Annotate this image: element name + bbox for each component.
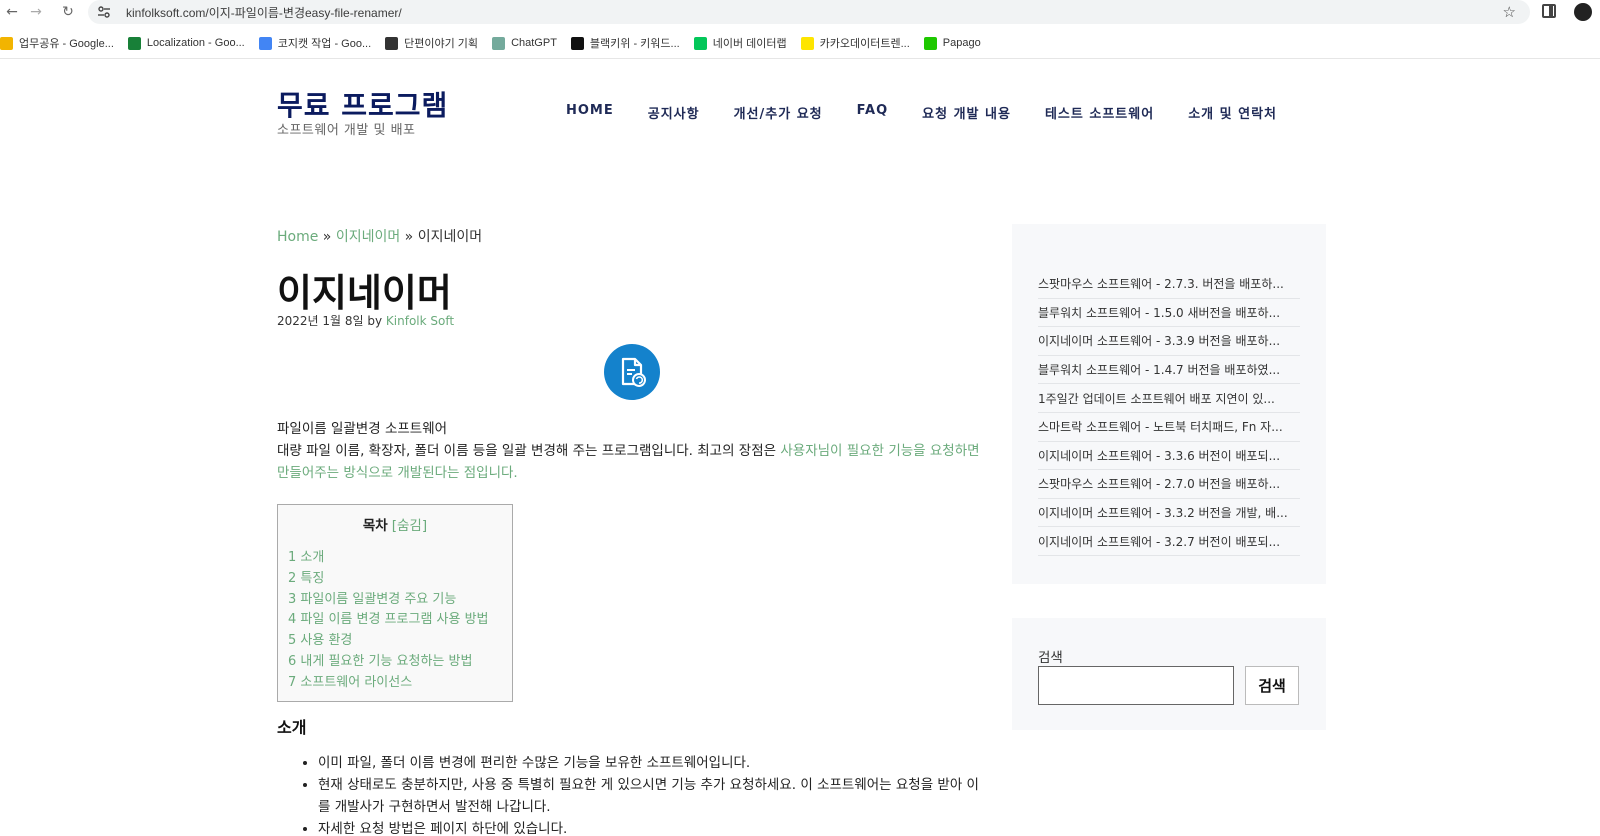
toc-item[interactable]: 1 소개 xyxy=(288,548,502,569)
site-tagline: 소프트웨어 개발 및 배포 xyxy=(277,123,416,138)
list-item: 자세한 요청 방법은 페이지 하단에 있습니다. xyxy=(318,818,988,836)
intro-bullets: 이미 파일, 폴더 이름 변경에 편리한 수많은 기능을 보유한 소프트웨어입니… xyxy=(318,752,988,836)
toc-item[interactable]: 4 파일 이름 변경 프로그램 사용 방법 xyxy=(288,610,502,631)
toc-heading: 목차 [숨김] xyxy=(288,514,502,534)
breadcrumb: Home » 이지네이머 » 이지네이머 xyxy=(277,226,482,246)
browser-toolbar: ← → ↻ kinfolksoft.com/이지-파일이름-변경easy-fil… xyxy=(0,0,1600,24)
intro-text-plain: 대량 파일 이름, 확장자, 폴더 이름 등을 일괄 변경해 주는 프로그램입니… xyxy=(277,443,781,459)
bookmark-favicon-icon xyxy=(258,36,272,50)
bookmark-favicon-icon xyxy=(693,36,707,50)
recent-posts-widget: 스팟마우스 소프트웨어 - 2.7.3. 버전을 배포하... 블루워치 소프트… xyxy=(1012,224,1326,584)
bookmark-favicon-icon xyxy=(385,36,399,50)
toc-toggle[interactable]: [숨김] xyxy=(392,518,427,534)
toc-item[interactable]: 5 사용 환경 xyxy=(288,631,502,652)
bookmark-item[interactable]: 블랙키위 - 키워드... xyxy=(570,35,680,51)
address-bar[interactable]: kinfolksoft.com/이지-파일이름-변경easy-file-rena… xyxy=(88,0,1530,24)
list-item: 현재 상태로도 충분하지만, 사용 중 특별히 필요한 게 있으시면 기능 추가… xyxy=(318,774,988,818)
bookmark-item[interactable]: ChatGPT xyxy=(492,36,557,50)
site-info-icon[interactable] xyxy=(96,4,112,20)
nav-test-software[interactable]: 테스트 소프트웨어 xyxy=(1045,103,1154,122)
bookmark-item[interactable]: 업무공유 - Google... xyxy=(0,35,114,51)
intro-paragraph: 대량 파일 이름, 확장자, 폴더 이름 등을 일괄 변경해 주는 프로그램입니… xyxy=(277,440,982,484)
bookmark-item[interactable]: 코지캣 작업 - Goo... xyxy=(258,35,372,51)
recent-post-link[interactable]: 1주일간 업데이트 소프트웨어 배포 지연이 있... xyxy=(1038,384,1300,413)
url-text: kinfolksoft.com/이지-파일이름-변경easy-file-rena… xyxy=(126,5,402,20)
breadcrumb-home[interactable]: Home xyxy=(277,229,318,245)
nav-home[interactable]: HOME xyxy=(566,103,614,122)
recent-posts-list: 스팟마우스 소프트웨어 - 2.7.3. 버전을 배포하... 블루워치 소프트… xyxy=(1038,270,1300,556)
bookmark-favicon-icon xyxy=(570,36,584,50)
bookmark-favicon-icon xyxy=(923,36,937,50)
recent-post-link[interactable]: 스마트락 소프트웨어 - 노트북 터치패드, Fn 자... xyxy=(1038,413,1300,442)
bookmark-label: 단편이야기 기획 xyxy=(404,38,479,50)
bookmarks-bar: 업무공유 - Google... Localization - Goo... 코지캣… xyxy=(0,30,1600,56)
bookmark-label: Localization - Goo... xyxy=(146,37,245,49)
recent-post-link[interactable]: 스팟마우스 소프트웨어 - 2.7.3. 버전을 배포하... xyxy=(1038,270,1300,299)
breadcrumb-separator: » xyxy=(400,229,418,245)
bookmark-label: ChatGPT xyxy=(511,37,557,49)
bookmark-label: 카카오데이터트렌... xyxy=(819,38,910,50)
bookmark-favicon-icon xyxy=(127,36,141,50)
site-title[interactable]: 무료 프로그램 xyxy=(277,84,448,124)
search-widget: 검색 검색 xyxy=(1012,618,1326,730)
search-button[interactable]: 검색 xyxy=(1245,666,1299,705)
toc-item[interactable]: 7 소프트웨어 라이선스 xyxy=(288,673,502,694)
bookmark-favicon-icon xyxy=(492,36,506,50)
bookmark-label: Papago xyxy=(942,37,981,49)
forward-icon[interactable]: → xyxy=(24,0,48,24)
page-title: 이지네이머 xyxy=(277,271,452,315)
nav-dev-requests[interactable]: 요청 개발 내용 xyxy=(922,103,1011,122)
table-of-contents: 목차 [숨김] 1 소개 2 특징 3 파일이름 일괄변경 주요 기능 4 파일 … xyxy=(277,504,513,702)
file-rename-icon xyxy=(604,344,660,400)
toc-item[interactable]: 3 파일이름 일괄변경 주요 기능 xyxy=(288,590,502,611)
bookmark-label: 네이버 데이터랩 xyxy=(712,38,787,50)
side-panel-icon[interactable] xyxy=(1542,4,1556,18)
bookmark-item[interactable]: Localization - Goo... xyxy=(127,36,245,50)
nav-about[interactable]: 소개 및 연락처 xyxy=(1188,103,1277,122)
recent-post-link[interactable]: 이지네이머 소프트웨어 - 3.2.7 버전이 배포되... xyxy=(1038,527,1300,556)
toolbar-divider xyxy=(0,58,1600,59)
bookmark-label: 블랙키위 - 키워드... xyxy=(589,38,680,50)
reload-icon[interactable]: ↻ xyxy=(56,0,80,24)
bookmark-item[interactable]: Papago xyxy=(923,36,981,50)
recent-post-link[interactable]: 이지네이머 소프트웨어 - 3.3.9 버전을 배포하... xyxy=(1038,327,1300,356)
intro-line: 파일이름 일괄변경 소프트웨어 xyxy=(277,421,448,437)
bookmark-favicon-icon xyxy=(800,36,814,50)
breadcrumb-separator: » xyxy=(318,229,336,245)
recent-post-link[interactable]: 스팟마우스 소프트웨어 - 2.7.0 버전을 배포하... xyxy=(1038,470,1300,499)
recent-post-link[interactable]: 이지네이머 소프트웨어 - 3.3.6 버전이 배포되... xyxy=(1038,442,1300,471)
breadcrumb-parent[interactable]: 이지네이머 xyxy=(336,229,400,245)
nav-request[interactable]: 개선/추가 요청 xyxy=(734,103,823,122)
recent-post-link[interactable]: 이지네이머 소프트웨어 - 3.3.2 버전을 개발, 배... xyxy=(1038,499,1300,528)
bookmark-item[interactable]: 네이버 데이터랩 xyxy=(693,35,787,51)
recent-post-link[interactable]: 블루워치 소프트웨어 - 1.5.0 새버전을 배포하... xyxy=(1038,299,1300,328)
bookmark-star-icon[interactable]: ☆ xyxy=(1503,3,1516,21)
profile-avatar[interactable] xyxy=(1574,3,1592,21)
toc-item[interactable]: 6 내게 필요한 기능 요청하는 방법 xyxy=(288,652,502,673)
section-heading: 소개 xyxy=(277,718,307,737)
bookmark-label: 코지캣 작업 - Goo... xyxy=(277,38,372,50)
search-input[interactable] xyxy=(1038,666,1234,705)
nav-faq[interactable]: FAQ xyxy=(857,103,889,122)
author-link[interactable]: Kinfolk Soft xyxy=(386,314,454,328)
toc-item[interactable]: 2 특징 xyxy=(288,569,502,590)
nav-notice[interactable]: 공지사항 xyxy=(648,103,700,122)
post-meta: 2022년 1월 8일 by Kinfolk Soft xyxy=(277,312,454,329)
main-nav: HOME 공지사항 개선/추가 요청 FAQ 요청 개발 내용 테스트 소프트웨… xyxy=(566,103,1277,122)
breadcrumb-current: 이지네이머 xyxy=(417,229,483,245)
toc-title: 목차 xyxy=(362,518,388,534)
bookmark-item[interactable]: 단편이야기 기획 xyxy=(385,35,478,51)
search-label: 검색 xyxy=(1038,650,1063,666)
intro-text: 파일이름 일괄변경 소프트웨어 대량 파일 이름, 확장자, 폴더 이름 등을 … xyxy=(277,418,982,484)
list-item: 이미 파일, 폴더 이름 변경에 편리한 수많은 기능을 보유한 소프트웨어입니… xyxy=(318,752,988,774)
bookmark-item[interactable]: 카카오데이터트렌... xyxy=(800,35,910,51)
recent-post-link[interactable]: 블루워치 소프트웨어 - 1.4.7 버전을 배포하였... xyxy=(1038,356,1300,385)
back-icon[interactable]: ← xyxy=(0,0,24,24)
post-date: 2022년 1월 8일 by xyxy=(277,314,386,328)
bookmark-favicon-icon xyxy=(0,36,13,50)
bookmark-label: 업무공유 - Google... xyxy=(19,38,114,50)
